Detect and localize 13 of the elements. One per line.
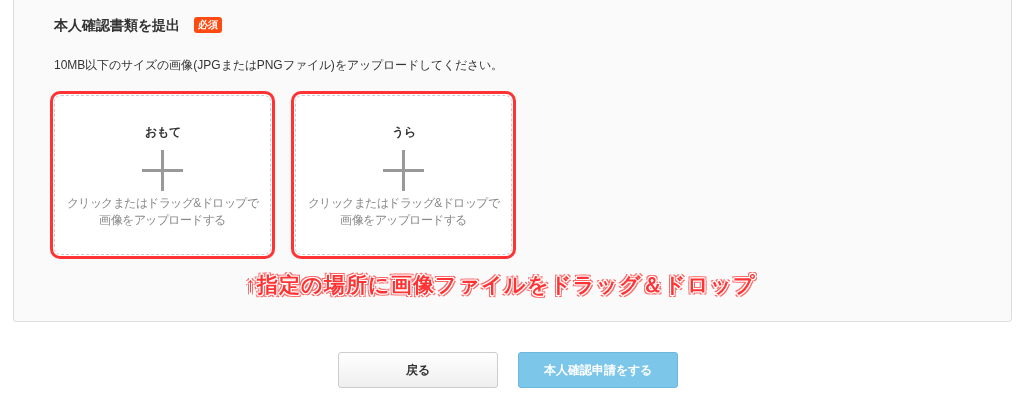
section-title: 本人確認書類を提出	[54, 15, 180, 35]
upload-hint: クリックまたはドラッグ&ドロップで	[66, 195, 259, 212]
plus-icon	[142, 150, 183, 191]
upload-area[interactable]: おもて クリックまたはドラッグ&ドロップで 画像をアップロードする	[50, 91, 275, 259]
required-badge: 必須	[194, 17, 222, 33]
upload-hint: クリックまたはドラッグ&ドロップで	[307, 195, 500, 212]
plus-icon	[383, 150, 424, 191]
annotation-text: ↑指定の場所に画像ファイルをドラッグ＆ドロップ	[245, 273, 756, 296]
upload-area[interactable]: うら クリックまたはドラッグ&ドロップで 画像をアップロードする	[291, 91, 516, 259]
upload-hint: 画像をアップロードする	[99, 212, 226, 229]
instruction-text: 10MB以下のサイズの画像(JPGまたはPNGファイル)をアップロードしてください。	[54, 57, 504, 73]
upload-hint: 画像をアップロードする	[340, 212, 467, 229]
back-button[interactable]: 戻る	[337, 352, 498, 388]
